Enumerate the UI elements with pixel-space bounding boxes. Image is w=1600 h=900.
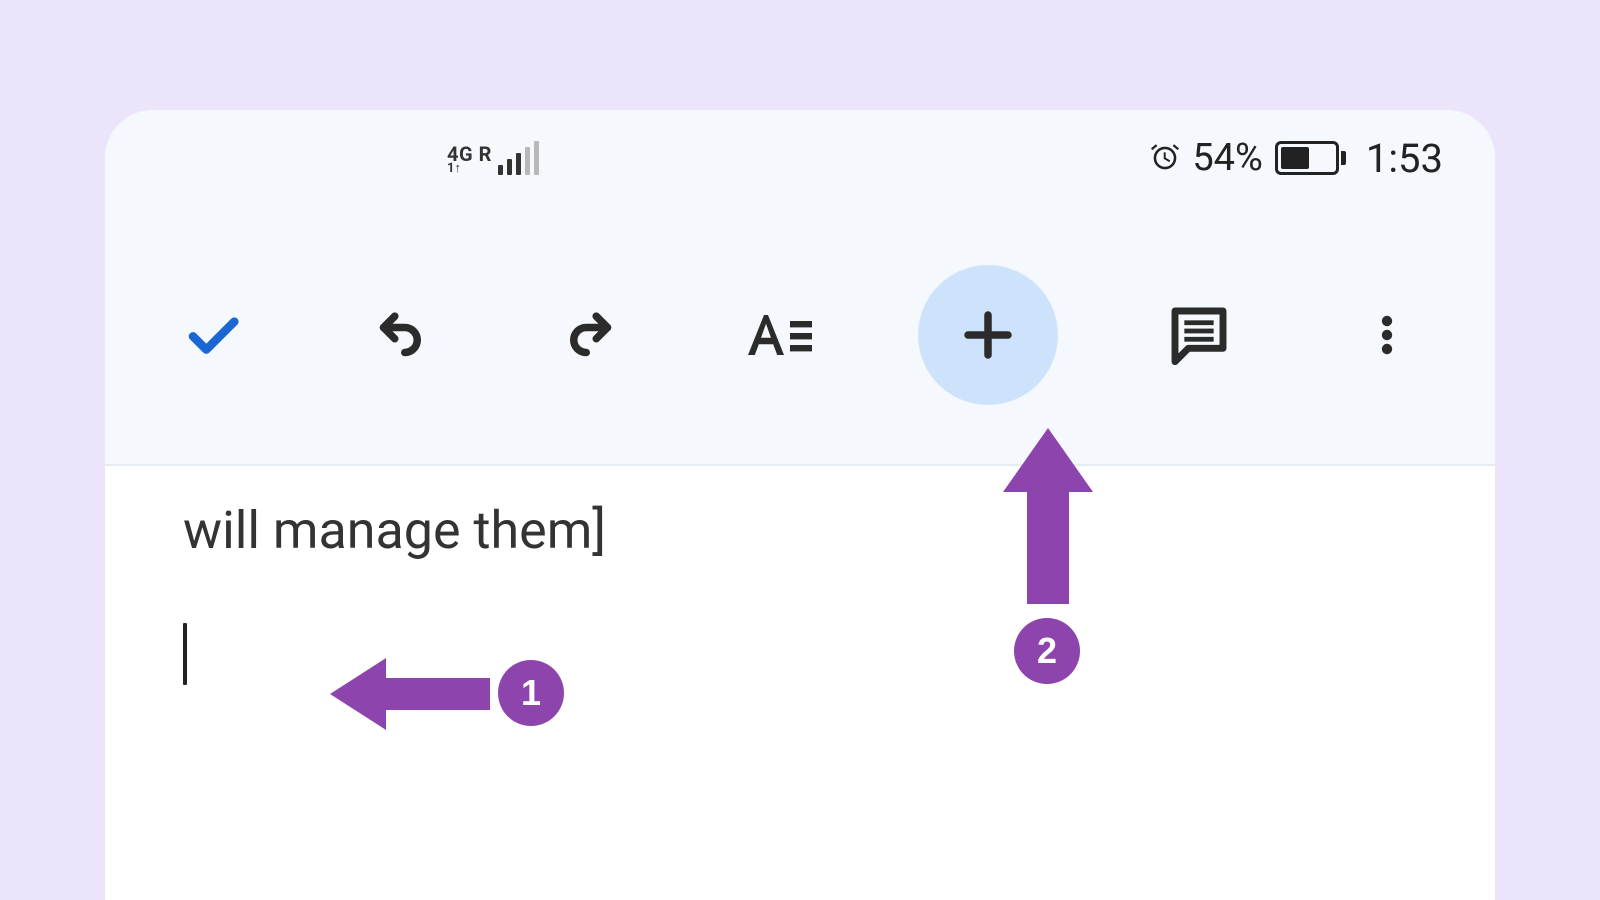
undo-button[interactable]	[353, 287, 449, 383]
clock-time: 1:53	[1366, 135, 1443, 182]
battery-icon	[1275, 141, 1346, 175]
device-screenshot: 4G R 1↑ 54% 1:53	[105, 110, 1495, 900]
cursor-line	[183, 623, 1417, 685]
editor-toolbar	[105, 206, 1495, 466]
alarm-icon	[1148, 141, 1182, 175]
battery-percent: 54%	[1192, 136, 1263, 180]
comment-button[interactable]	[1151, 287, 1247, 383]
text-cursor-icon	[183, 623, 187, 685]
done-button[interactable]	[165, 287, 261, 383]
more-options-button[interactable]	[1339, 287, 1435, 383]
redo-button[interactable]	[542, 287, 638, 383]
insert-button[interactable]	[918, 265, 1058, 405]
text-format-button[interactable]	[730, 287, 826, 383]
document-text-fragment: will manage them]	[183, 500, 1417, 561]
signal-bars-icon	[498, 141, 539, 175]
status-bar: 4G R 1↑ 54% 1:53	[105, 110, 1495, 206]
document-body[interactable]: will manage them]	[105, 466, 1495, 719]
network-sublabel: 1↑	[447, 162, 461, 175]
network-indicator: 4G R 1↑	[447, 141, 539, 175]
